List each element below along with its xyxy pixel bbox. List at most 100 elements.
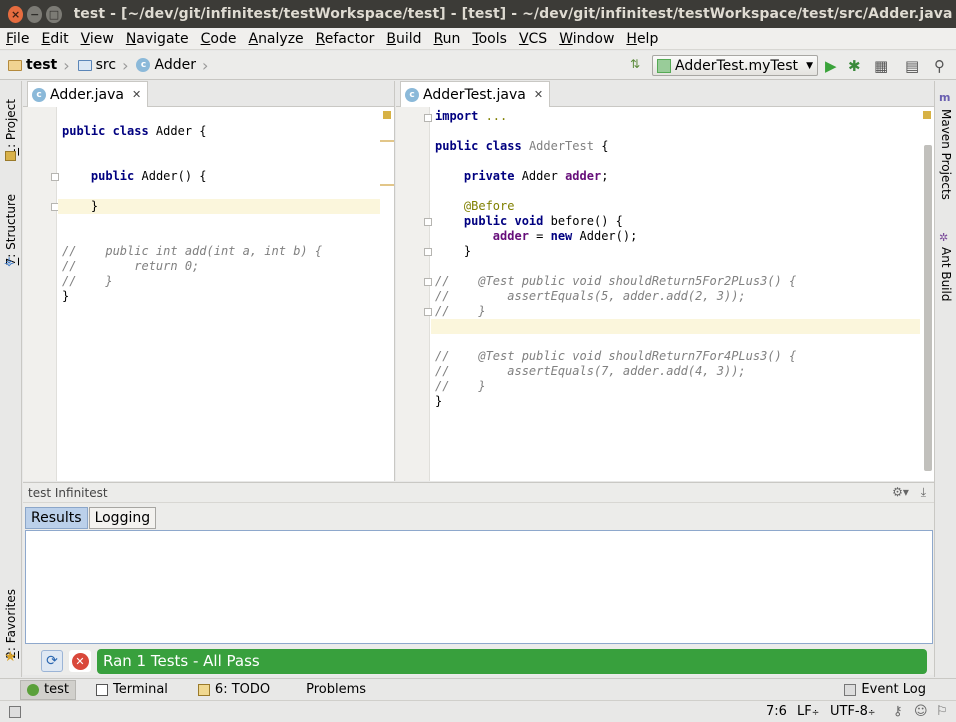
tool-problems[interactable]: Problems	[300, 680, 372, 700]
line-separator[interactable]: LF÷	[797, 704, 819, 719]
maximize-window-button[interactable]: □	[46, 5, 62, 23]
left-tool-strip: 1: Project 7: Structure ⚶ 2: Favorites ★	[0, 81, 22, 677]
tab-results[interactable]: Results	[25, 507, 88, 529]
stop-icon: ✕	[71, 652, 89, 670]
code-area[interactable]: public class Adder { public Adder() { } /…	[58, 107, 380, 481]
vertical-scrollbar[interactable]	[924, 145, 932, 471]
editor-addertest: c AdderTest.java ✕ import ... public clas…	[396, 81, 934, 481]
todo-icon	[197, 683, 210, 696]
menu-file[interactable]: File	[0, 31, 35, 47]
chevron-down-icon: ÷	[867, 708, 876, 718]
error-stripe	[380, 107, 394, 481]
notifications-icon[interactable]: ⚐	[936, 704, 948, 719]
event-log-icon	[844, 683, 857, 696]
tool-terminal[interactable]: Terminal	[90, 680, 174, 700]
tool-project[interactable]: 1: Project	[4, 99, 18, 156]
menu-code[interactable]: Code	[195, 31, 243, 47]
chevron-right-icon: ›	[201, 55, 209, 75]
warning-stripe[interactable]	[380, 184, 394, 186]
tool-maven-projects[interactable]: Maven Projects	[939, 109, 953, 200]
code-line: // @Test public void shouldReturn5For2PL…	[435, 274, 797, 288]
menu-view[interactable]: View	[75, 31, 120, 47]
code-line: // }	[435, 304, 486, 318]
menu-window[interactable]: Window	[553, 31, 620, 47]
run-coverage-icon[interactable]: ▦	[874, 57, 888, 75]
editor-tab-row: c AdderTest.java ✕	[396, 81, 934, 107]
tool-ant-build[interactable]: Ant Build	[939, 247, 953, 301]
caret-position[interactable]: 7:6	[766, 704, 787, 719]
error-stripe	[920, 107, 934, 481]
menu-tools[interactable]: Tools	[466, 31, 513, 47]
code-line: }	[62, 289, 70, 303]
code-line: // assertEquals(5, adder.add(2, 3));	[435, 289, 746, 303]
warning-marker[interactable]	[383, 111, 391, 119]
tool-event-log[interactable]: Event Log	[838, 680, 932, 700]
code-area[interactable]: import ... public class AdderTest { priva…	[431, 107, 920, 481]
code-line: @Before	[463, 199, 515, 213]
breadcrumb-class[interactable]: c Adder ›	[128, 56, 208, 75]
star-icon: ★	[4, 649, 17, 665]
menu-edit[interactable]: Edit	[35, 31, 74, 47]
toggle-tool-windows-icon[interactable]	[9, 706, 21, 718]
breadcrumb-project[interactable]: test ›	[0, 56, 70, 75]
menu-help[interactable]: Help	[620, 31, 664, 47]
tool-window-tabs: Results Logging	[25, 507, 157, 529]
menu-run[interactable]: Run	[428, 31, 467, 47]
window-title: test - [~/dev/git/infinitest/testWorkspa…	[73, 6, 956, 22]
close-window-button[interactable]: ×	[8, 5, 24, 23]
project-structure-icon[interactable]: ▤	[905, 57, 919, 75]
code-line: // return 0;	[62, 259, 200, 273]
rerun-button[interactable]: ⟳	[41, 650, 63, 672]
warning-stripe[interactable]	[380, 140, 394, 142]
menu-refactor[interactable]: Refactor	[310, 31, 381, 47]
minimize-window-button[interactable]: −	[27, 5, 43, 23]
title-bar: × − □ test - [~/dev/git/infinitest/testW…	[0, 0, 956, 28]
inspector-icon[interactable]: ☺	[914, 704, 928, 719]
tab-adder-java[interactable]: c Adder.java ✕	[27, 81, 149, 107]
code-line: private Adder adder;	[463, 169, 609, 183]
tab-addertest-java[interactable]: c AdderTest.java ✕	[400, 81, 551, 107]
bottom-tool-strip: test Terminal 6: TODO Problems Event Log	[0, 678, 956, 700]
chevron-down-icon: ▼	[806, 60, 813, 71]
test-status-bar: Ran 1 Tests - All Pass	[97, 648, 927, 674]
sort-tests-icon[interactable]: ⇅	[630, 57, 640, 71]
code-line: }	[435, 394, 443, 408]
code-line: // public int add(int a, int b) {	[62, 244, 323, 258]
warning-marker[interactable]	[923, 111, 931, 119]
tool-test-infinitest[interactable]: test	[20, 679, 76, 700]
lock-icon[interactable]: ⚷	[893, 704, 903, 719]
gear-icon[interactable]: ⚙▾	[892, 485, 909, 499]
code-line: public class AdderTest {	[435, 139, 609, 153]
source-folder-icon	[77, 59, 92, 71]
run-configuration-select[interactable]: AdderTest.myTest ▼	[652, 55, 818, 76]
tab-logging[interactable]: Logging	[88, 507, 157, 529]
navigation-bar: test › src › c Adder › ⇅ AdderTest.myTest ▼…	[0, 51, 956, 80]
chevron-down-icon: ÷	[811, 708, 820, 718]
gutter	[23, 107, 59, 481]
tool-todo[interactable]: 6: TODO	[192, 680, 276, 700]
project-folder-icon	[8, 59, 22, 71]
close-tab-icon[interactable]: ✕	[132, 88, 141, 101]
infinitest-tool-window: test Infinitest ⚙▾ ⤓ Results Logging ⟳ ✕…	[23, 482, 934, 675]
class-icon: c	[136, 58, 151, 72]
maven-icon: m	[939, 91, 951, 104]
close-tab-icon[interactable]: ✕	[534, 88, 543, 101]
infinitest-icon	[27, 683, 39, 696]
hide-icon[interactable]: ⤓	[921, 485, 926, 499]
menu-build[interactable]: Build	[380, 31, 427, 47]
menu-analyze[interactable]: Analyze	[242, 31, 309, 47]
menu-vcs[interactable]: VCS	[513, 31, 553, 47]
debug-bug-icon[interactable]: ✱	[848, 57, 861, 75]
breadcrumb-src[interactable]: src ›	[70, 56, 128, 75]
class-icon: c	[32, 87, 46, 102]
stop-button[interactable]: ✕	[69, 650, 91, 672]
terminal-icon	[95, 683, 108, 696]
search-icon[interactable]: ⚲	[934, 57, 945, 75]
code-line: import ...	[435, 109, 508, 123]
menu-navigate[interactable]: Navigate	[120, 31, 195, 47]
current-line-highlight	[58, 199, 380, 214]
code-line: }	[435, 244, 472, 258]
results-panel[interactable]	[25, 530, 933, 644]
run-button[interactable]: ▶	[825, 57, 837, 75]
file-encoding[interactable]: UTF-8÷	[830, 704, 875, 719]
